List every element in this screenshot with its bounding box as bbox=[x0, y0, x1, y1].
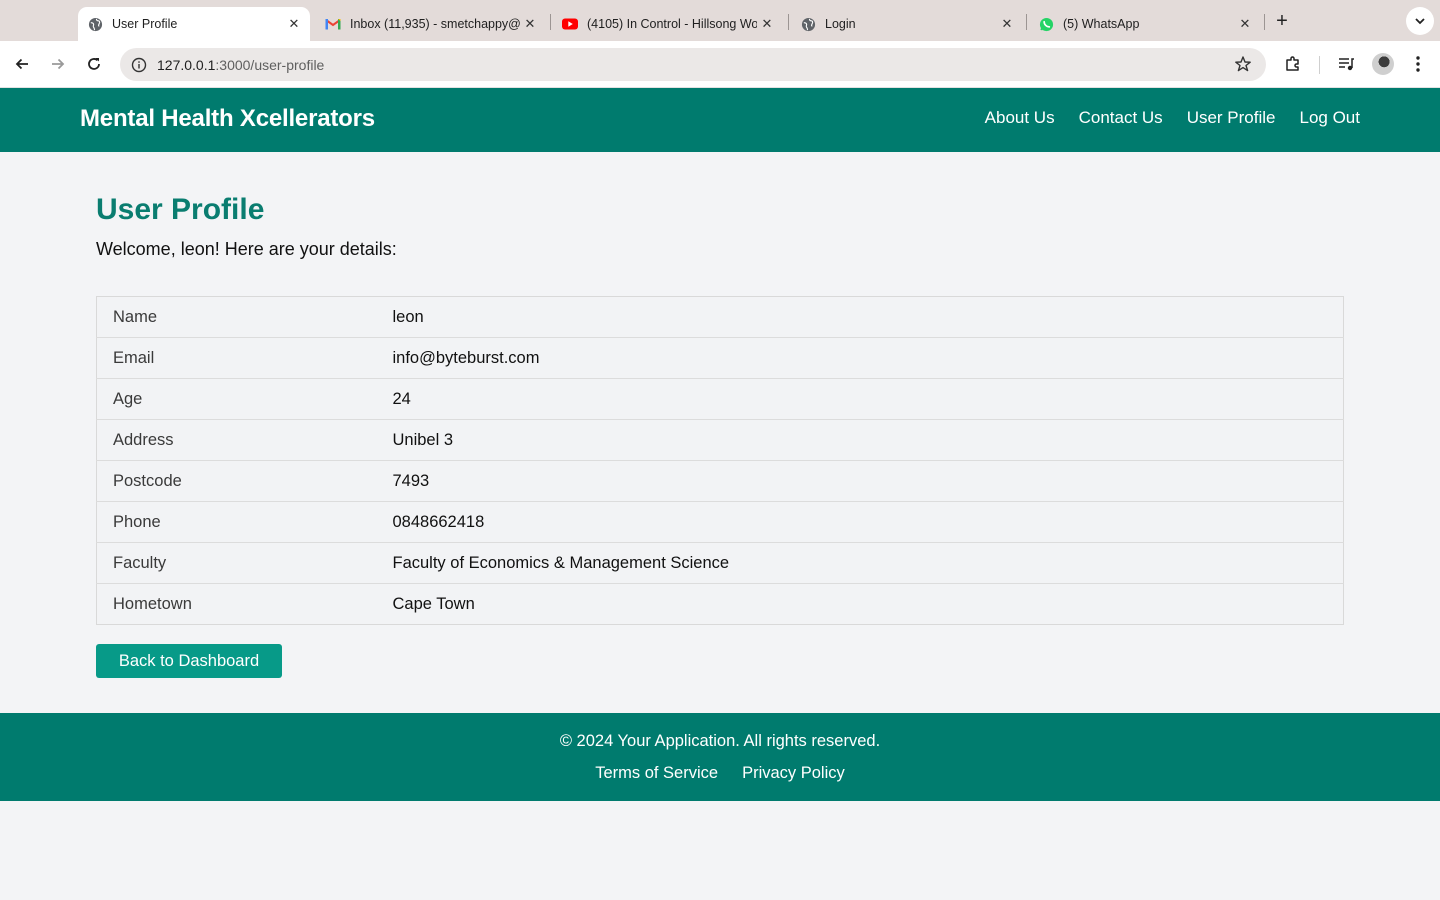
bookmark-star-icon[interactable] bbox=[1234, 55, 1252, 73]
welcome-message: Welcome, leon! Here are your details: bbox=[96, 239, 397, 259]
detail-label-name: Name bbox=[113, 307, 158, 326]
close-tab-icon[interactable]: ✕ bbox=[997, 14, 1017, 34]
tab-title: Login bbox=[825, 17, 856, 31]
tab-title: User Profile bbox=[112, 17, 178, 31]
table-row: Age 24 bbox=[96, 378, 1344, 420]
tab-divider bbox=[550, 14, 551, 30]
nav-about-us[interactable]: About Us bbox=[985, 108, 1055, 128]
back-arrow-icon[interactable] bbox=[9, 51, 35, 77]
url-text[interactable]: 127.0.0.1:3000/user-profile bbox=[157, 57, 324, 73]
address-bar[interactable]: 127.0.0.1:3000/user-profile bbox=[120, 48, 1266, 81]
nav-contact-us[interactable]: Contact Us bbox=[1079, 108, 1163, 128]
footer-link-terms[interactable]: Terms of Service bbox=[595, 764, 718, 783]
tab-user-profile[interactable]: User Profile ✕ bbox=[78, 7, 310, 41]
tab-youtube[interactable]: (4105) In Control - Hillsong Worship ✕ bbox=[553, 7, 785, 41]
detail-label-email: Email bbox=[96, 337, 393, 379]
main-nav: About Us Contact Us User Profile Log Out bbox=[985, 108, 1360, 128]
tab-divider bbox=[788, 14, 789, 30]
footer-link-privacy[interactable]: Privacy Policy bbox=[742, 764, 845, 783]
tab-search-chevron-icon[interactable] bbox=[1406, 7, 1434, 35]
back-to-dashboard-button[interactable]: Back to Dashboard bbox=[96, 644, 282, 678]
copyright-text: © 2024 Your Application. All rights rese… bbox=[559, 732, 881, 750]
table-row: Phone 0848662418 bbox=[96, 501, 1344, 543]
close-tab-icon[interactable]: ✕ bbox=[1235, 14, 1255, 34]
table-row: Faculty Faculty of Economics & Managemen… bbox=[96, 542, 1344, 584]
tab-whatsapp[interactable]: (5) WhatsApp ✕ bbox=[1029, 7, 1261, 41]
detail-value-name: leon bbox=[392, 307, 424, 326]
tab-gmail[interactable]: Inbox (11,935) - smetchappy@gmail.com ✕ bbox=[316, 7, 548, 41]
detail-value-phone: 0848662418 bbox=[392, 501, 1344, 543]
close-tab-icon[interactable]: ✕ bbox=[520, 14, 540, 34]
media-control-icon[interactable] bbox=[1333, 51, 1359, 77]
detail-label-age: Age bbox=[96, 378, 393, 420]
footer-links: Terms of Service Privacy Policy bbox=[0, 764, 1440, 783]
forward-arrow-icon[interactable] bbox=[45, 51, 71, 77]
table-row: Hometown Cape Town bbox=[96, 583, 1344, 625]
url-path: :3000/user-profile bbox=[215, 56, 325, 73]
table-row: Postcode 7493 bbox=[96, 460, 1344, 502]
brand-logo-text[interactable]: Mental Health Xcellerators bbox=[80, 105, 375, 133]
detail-label-faculty: Faculty bbox=[96, 542, 393, 584]
table-row: Email info@byteburst.com bbox=[96, 337, 1344, 379]
detail-label-phone: Phone bbox=[96, 501, 393, 543]
site-info-icon[interactable] bbox=[130, 56, 148, 74]
gmail-icon bbox=[325, 16, 341, 32]
page-title: User Profile bbox=[96, 193, 265, 226]
url-host: 127.0.0.1 bbox=[157, 56, 216, 73]
site-header: Mental Health Xcellerators About Us Cont… bbox=[0, 88, 1440, 152]
detail-value-faculty: Faculty of Economics & Management Scienc… bbox=[392, 542, 1344, 584]
detail-value-postcode: 7493 bbox=[392, 460, 1344, 502]
close-tab-icon[interactable]: ✕ bbox=[284, 14, 304, 34]
tab-title: (5) WhatsApp bbox=[1063, 17, 1140, 31]
new-tab-plus-icon[interactable]: + bbox=[1270, 9, 1294, 33]
tab-title: Inbox (11,935) - smetchappy@gmail.com bbox=[350, 17, 520, 31]
youtube-icon bbox=[562, 16, 578, 32]
detail-label-address: Address bbox=[96, 419, 393, 461]
user-details-table: Name leon Email info@byteburst.com Age 2… bbox=[96, 296, 1344, 625]
extensions-puzzle-icon[interactable] bbox=[1280, 51, 1306, 77]
browser-toolbar: 127.0.0.1:3000/user-profile bbox=[0, 41, 1440, 88]
detail-value-address: Unibel 3 bbox=[392, 419, 1344, 461]
detail-value-hometown: Cape Town bbox=[392, 583, 1344, 625]
tab-divider bbox=[1264, 14, 1265, 30]
tab-title: (4105) In Control - Hillsong Worship bbox=[587, 17, 757, 31]
browser-menu-kebab-icon[interactable] bbox=[1405, 51, 1431, 77]
nav-user-profile[interactable]: User Profile bbox=[1187, 108, 1276, 128]
whatsapp-icon bbox=[1038, 16, 1054, 32]
table-row: Name leon bbox=[97, 297, 1344, 338]
table-row: Address Unibel 3 bbox=[96, 419, 1344, 461]
profile-avatar[interactable] bbox=[1372, 53, 1394, 75]
reload-icon[interactable] bbox=[81, 51, 107, 77]
tab-login[interactable]: Login ✕ bbox=[791, 7, 1023, 41]
globe-icon bbox=[800, 16, 816, 32]
detail-value-email: info@byteburst.com bbox=[392, 337, 1344, 379]
tab-divider bbox=[1026, 14, 1027, 30]
nav-log-out[interactable]: Log Out bbox=[1300, 108, 1361, 128]
browser-tab-strip: User Profile ✕ Inbox (11,935) - smetchap… bbox=[0, 0, 1440, 41]
detail-label-postcode: Postcode bbox=[96, 460, 393, 502]
close-tab-icon[interactable]: ✕ bbox=[757, 14, 777, 34]
toolbar-divider bbox=[1319, 56, 1320, 74]
detail-label-hometown: Hometown bbox=[96, 583, 393, 625]
detail-value-age: 24 bbox=[392, 378, 1344, 420]
site-footer: © 2024 Your Application. All rights rese… bbox=[0, 713, 1440, 801]
globe-icon bbox=[87, 16, 103, 32]
